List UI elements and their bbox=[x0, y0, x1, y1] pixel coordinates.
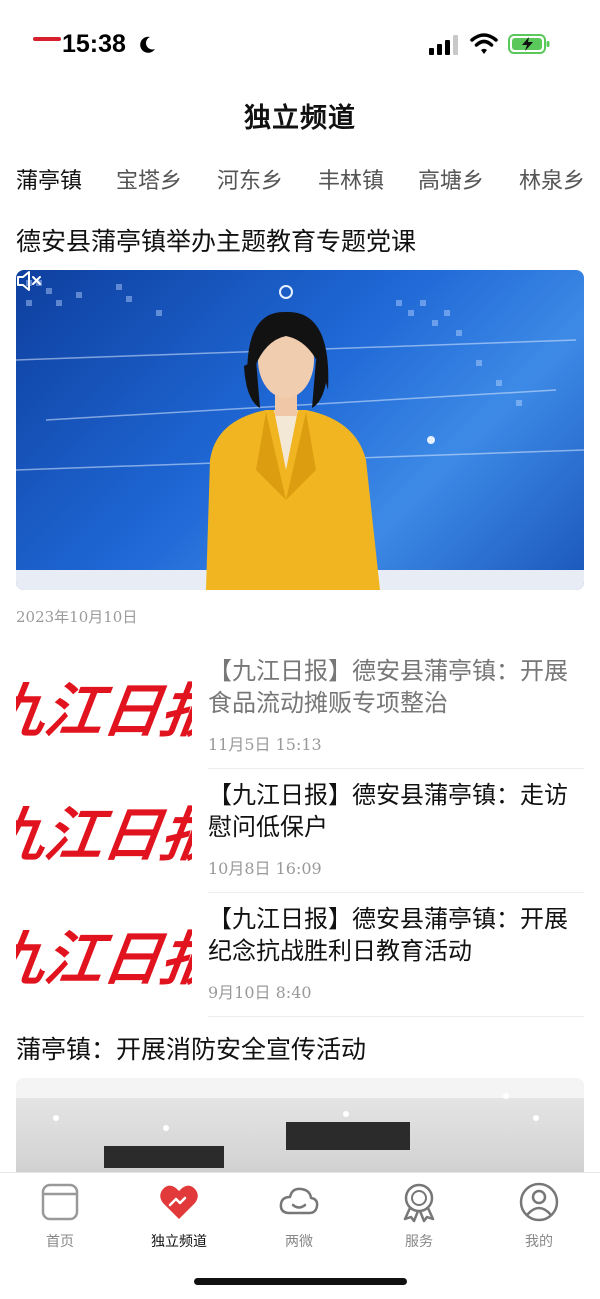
nav-label: 独立频道 bbox=[151, 1234, 207, 1250]
tab-baota[interactable]: 宝塔乡 bbox=[116, 163, 182, 207]
home-indicator bbox=[194, 1278, 407, 1285]
news-title[interactable]: 【九江日报】德安县蒲亭镇：开展纪念抗战胜利日教育活动 bbox=[208, 903, 578, 967]
newspaper-thumbnail: 九江日报 bbox=[16, 911, 192, 999]
speaker-muted-icon[interactable] bbox=[16, 270, 42, 292]
nav-label: 服务 bbox=[405, 1234, 433, 1250]
nav-home[interactable]: 首页 bbox=[15, 1181, 105, 1255]
tab-fenglin[interactable]: 丰林镇 bbox=[318, 163, 384, 207]
newspaper-thumbnail: 九江日报 bbox=[16, 663, 192, 751]
news-title[interactable]: 【九江日报】德安县蒲亭镇：开展食品流动摊贩专项整治 bbox=[208, 655, 578, 719]
cloud-icon bbox=[279, 1187, 319, 1215]
badge-icon bbox=[403, 1183, 435, 1223]
nav-liangwei[interactable]: 两微 bbox=[254, 1181, 344, 1255]
news-title[interactable]: 【九江日报】德安县蒲亭镇：走访慰问低保户 bbox=[208, 779, 578, 843]
tab-linquan[interactable]: 林泉乡 bbox=[519, 163, 585, 207]
status-time: 15:38 bbox=[62, 30, 126, 58]
thumbnail-logo-text: 九江日报 bbox=[16, 800, 192, 869]
active-tab-indicator bbox=[33, 37, 61, 41]
user-icon bbox=[519, 1182, 559, 1222]
tab-puting[interactable]: 蒲亭镇 bbox=[16, 163, 82, 207]
featured-title[interactable]: 德安县蒲亭镇举办主题教育专题党课 bbox=[16, 222, 416, 258]
nav-label: 两微 bbox=[285, 1234, 313, 1250]
featured-video[interactable] bbox=[16, 270, 584, 590]
channel-tabs: 蒲亭镇 宝塔乡 河东乡 丰林镇 高塘乡 林泉乡 bbox=[16, 163, 600, 207]
divider bbox=[208, 1016, 584, 1017]
nav-service[interactable]: 服务 bbox=[374, 1181, 464, 1255]
nav-label: 首页 bbox=[46, 1234, 74, 1250]
thumbnail-logo-text: 九江日报 bbox=[16, 676, 192, 745]
news-time: 10月8日 16:09 bbox=[208, 859, 322, 878]
video-frame-graphic bbox=[16, 280, 584, 590]
news-time: 11月5日 15:13 bbox=[208, 735, 322, 754]
news-item-3[interactable]: 九江日报 【九江日报】德安县蒲亭镇：开展纪念抗战胜利日教育活动 9月10日 8:… bbox=[0, 893, 600, 1017]
nav-label: 我的 bbox=[525, 1234, 553, 1250]
second-featured-title[interactable]: 蒲亭镇：开展消防安全宣传活动 bbox=[16, 1030, 366, 1066]
thumbnail-logo-text: 九江日报 bbox=[16, 924, 192, 993]
newspaper-thumbnail: 九江日报 bbox=[16, 787, 192, 875]
signal-icon bbox=[429, 35, 458, 55]
status-bar: 15:38 bbox=[0, 0, 600, 90]
featured-date: 2023年10月10日 bbox=[16, 608, 138, 626]
nav-mine[interactable]: 我的 bbox=[494, 1181, 584, 1255]
nav-independent-channel[interactable]: 独立频道 bbox=[134, 1181, 224, 1255]
wifi-icon bbox=[470, 33, 498, 54]
heart-hands-icon bbox=[160, 1185, 198, 1219]
tab-hedong[interactable]: 河东乡 bbox=[217, 163, 283, 207]
tab-gaotang[interactable]: 高塘乡 bbox=[418, 163, 484, 207]
page-title: 独立频道 bbox=[244, 103, 356, 134]
news-time: 9月10日 8:40 bbox=[208, 983, 312, 1002]
news-item-2[interactable]: 九江日报 【九江日报】德安县蒲亭镇：走访慰问低保户 10月8日 16:09 bbox=[0, 769, 600, 893]
moon-icon bbox=[140, 36, 155, 53]
news-item-1[interactable]: 九江日报 【九江日报】德安县蒲亭镇：开展食品流动摊贩专项整治 11月5日 15:… bbox=[0, 645, 600, 769]
battery-charging-icon bbox=[508, 34, 550, 54]
home-icon bbox=[41, 1183, 79, 1221]
